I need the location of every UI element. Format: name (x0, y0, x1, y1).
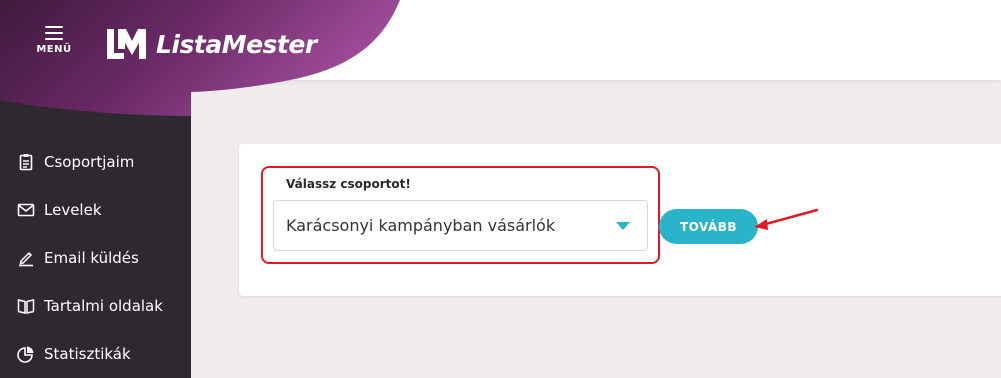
hamburger-icon (45, 26, 63, 40)
menu-label: MENÜ (36, 44, 72, 55)
group-select-value: Karácsonyi kampányban vásárlók (286, 216, 556, 235)
group-select-label: Válassz csoportot! (286, 177, 411, 191)
sidebar-item-label: Tartalmi oldalak (44, 297, 163, 315)
sidebar-item-levelek[interactable]: Levelek (0, 186, 191, 234)
logo[interactable]: ListaMester (104, 26, 317, 62)
sidebar-item-label: Csoportjaim (44, 153, 135, 171)
sidebar-item-label: Email küldés (44, 249, 139, 267)
pie-chart-icon (16, 344, 36, 364)
caret-down-icon (616, 222, 630, 230)
clipboard-icon (16, 152, 36, 172)
sidebar-item-statisztikak[interactable]: Statisztikák (0, 330, 191, 378)
sidebar-item-csoportjaim[interactable]: Csoportjaim (0, 138, 191, 186)
menu-button[interactable]: MENÜ (30, 24, 78, 64)
annotation-arrow-icon (754, 208, 819, 230)
logo-text: ListaMester (156, 29, 317, 59)
envelope-icon (16, 200, 36, 220)
group-select[interactable]: Karácsonyi kampányban vásárlók (273, 200, 648, 251)
sidebar-nav: Csoportjaim Levelek Email küldés Tartalm… (0, 138, 191, 378)
sidebar-item-email-kuldes[interactable]: Email küldés (0, 234, 191, 282)
pencil-icon (16, 248, 36, 268)
sidebar-item-label: Statisztikák (44, 345, 131, 363)
sidebar-item-label: Levelek (44, 201, 102, 219)
book-icon (16, 296, 36, 316)
logo-icon (107, 29, 146, 59)
sidebar-item-tartalmi-oldalak[interactable]: Tartalmi oldalak (0, 282, 191, 330)
